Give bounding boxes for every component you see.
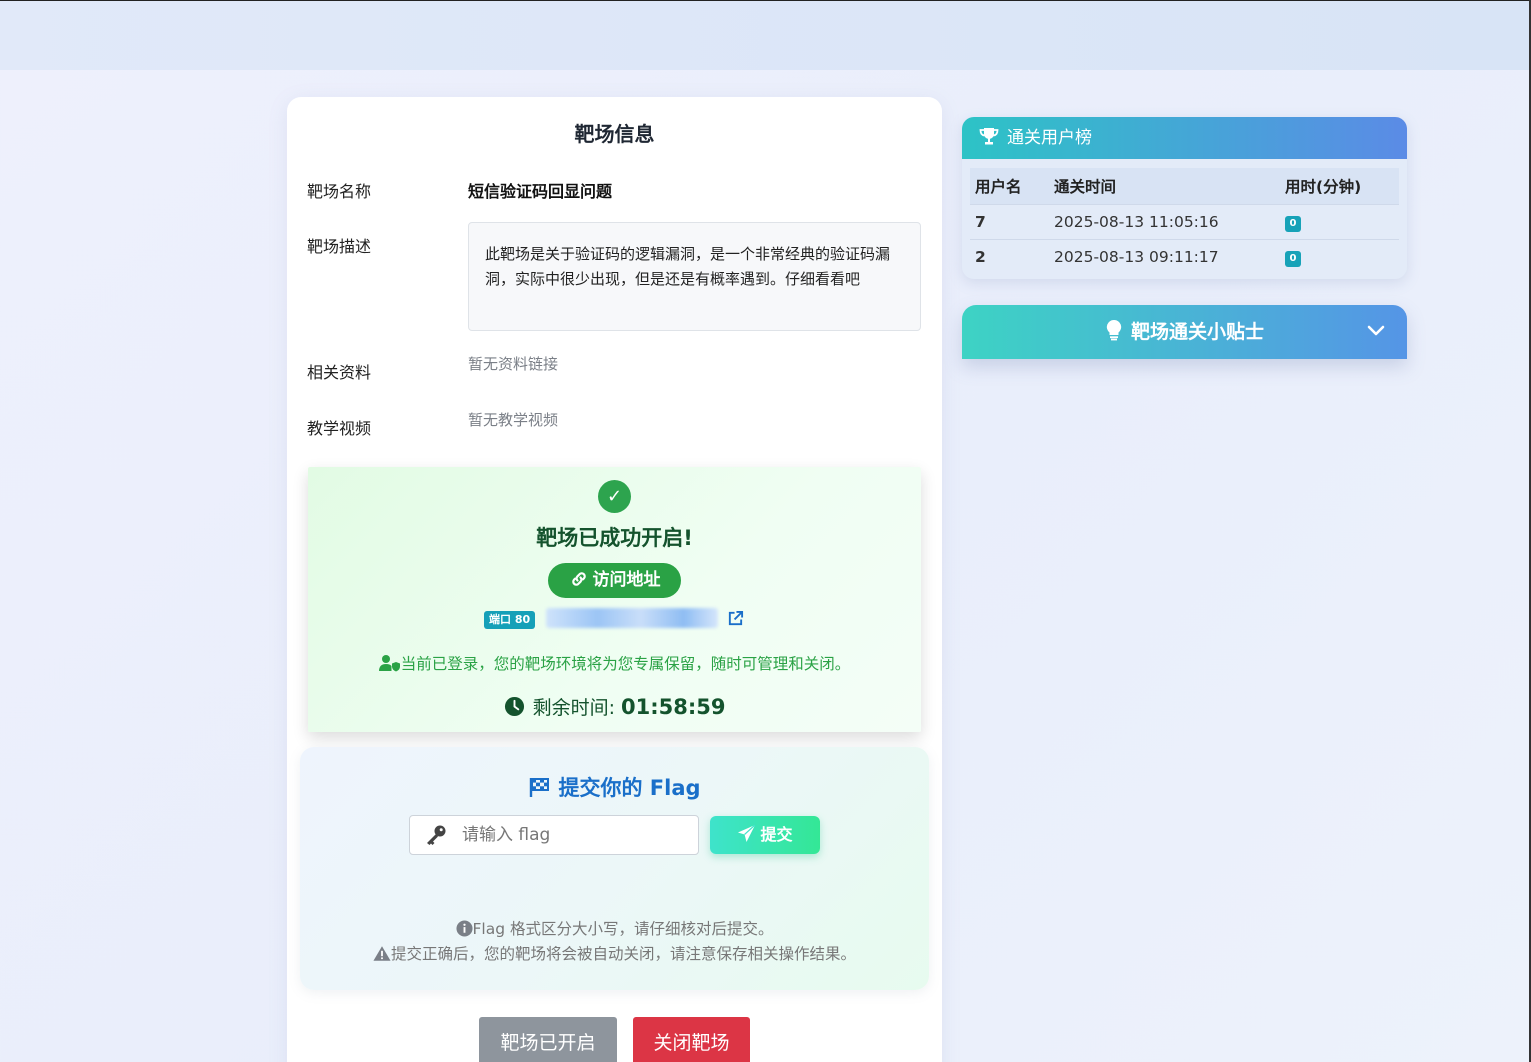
video-label: 教学视频 xyxy=(307,419,372,438)
port-badge: 端口 80 xyxy=(484,611,536,629)
paper-plane-icon xyxy=(738,824,756,843)
leaderboard-header-row: 用户名 通关时间 用时(分钟) xyxy=(970,168,1399,204)
flag-input-wrapper xyxy=(409,815,699,855)
lab-desc-box: 此靶场是关于验证码的逻辑漏洞，是一个非常经典的验证码漏洞，实际中很少出现，但是还… xyxy=(468,222,921,331)
flag-title: 提交你的 Flag xyxy=(300,772,929,802)
flag-title-text: 提交你的 Flag xyxy=(558,776,701,800)
login-note: 当前已登录，您的靶场环境将为您专属保留，随时可管理和关闭。 xyxy=(308,652,921,674)
flag-submit-label: 提交 xyxy=(760,825,793,844)
external-link-icon[interactable] xyxy=(727,610,744,627)
row-username[interactable]: 7 xyxy=(970,203,1049,239)
key-icon xyxy=(427,825,446,845)
lab-name-label: 靶场名称 xyxy=(307,182,372,201)
lightbulb-icon xyxy=(1106,319,1122,341)
leaderboard-header: 通关用户榜 xyxy=(962,117,1407,159)
row-clear-time: 2025-08-13 11:05:16 xyxy=(1049,203,1280,239)
duration-badge: 0 xyxy=(1285,250,1301,267)
lab-started-title: 靶场已成功开启! xyxy=(536,526,693,550)
link-icon xyxy=(571,571,586,586)
duration-badge: 0 xyxy=(1285,215,1301,232)
row-duration: 0 xyxy=(1280,203,1399,239)
clock-icon xyxy=(504,696,524,717)
warning-triangle-icon xyxy=(373,945,391,961)
chevron-down-icon[interactable] xyxy=(1367,324,1385,338)
info-circle-icon xyxy=(455,919,473,937)
lab-tips-title: 靶场通关小贴士 xyxy=(1130,321,1264,343)
table-row: 7 2025-08-13 11:05:16 0 xyxy=(970,203,1399,239)
lab-opened-button[interactable]: 靶场已开启 xyxy=(479,1017,617,1062)
flag-submit-button[interactable]: 提交 xyxy=(710,816,820,854)
row-username[interactable]: 2 xyxy=(970,238,1049,274)
leaderboard-card: 通关用户榜 用户名 通关时间 用时(分钟) 7 2025-08-13 11:05… xyxy=(962,117,1407,279)
lab-tips-accordion[interactable]: 靶场通关小贴士 xyxy=(962,305,1407,359)
remaining-time-label: 剩余时间: xyxy=(532,697,615,719)
flag-hint-case: Flag 格式区分大小写，请仔细核对后提交。 xyxy=(300,917,929,939)
remaining-time: 剩余时间: 01:58:59 xyxy=(308,693,921,720)
close-lab-button[interactable]: 关闭靶场 xyxy=(633,1017,750,1062)
lab-info-title: 靶场信息 xyxy=(574,122,655,146)
top-nav-bar xyxy=(0,0,1529,70)
row-duration: 0 xyxy=(1280,238,1399,274)
check-circle-icon: ✓ xyxy=(598,480,631,513)
table-row: 2 2025-08-13 09:11:17 0 xyxy=(970,238,1399,274)
checkered-flag-icon xyxy=(530,777,550,797)
col-clear-time: 通关时间 xyxy=(1049,168,1280,204)
lab-started-panel: ✓ 靶场已成功开启! 访问地址 端口 80 当前已登录，您的靶场环境将为您专属保… xyxy=(308,467,921,732)
video-value: 暂无教学视频 xyxy=(468,411,559,429)
flag-hint-close-text: 提交正确后，您的靶场将会被自动关闭，请注意保存相关操作结果。 xyxy=(390,945,856,963)
trophy-icon xyxy=(979,128,999,145)
leaderboard-title: 通关用户榜 xyxy=(1007,128,1092,148)
leaderboard-table: 用户名 通关时间 用时(分钟) 7 2025-08-13 11:05:16 0 … xyxy=(970,168,1399,274)
row-clear-time: 2025-08-13 09:11:17 xyxy=(1049,238,1280,274)
flag-input[interactable] xyxy=(462,816,692,854)
flag-hint-close: 提交正确后，您的靶场将会被自动关闭，请注意保存相关操作结果。 xyxy=(300,942,929,964)
material-value: 暂无资料链接 xyxy=(468,355,559,373)
user-shield-icon xyxy=(378,655,400,672)
flag-submit-panel: 提交你的 Flag 提交 Flag 格式区分大小写，请仔细核对后提交。 xyxy=(300,747,929,990)
col-duration: 用时(分钟) xyxy=(1280,168,1399,204)
col-username: 用户名 xyxy=(970,168,1049,204)
material-label: 相关资料 xyxy=(307,363,372,382)
flag-hint-case-text: Flag 格式区分大小写，请仔细核对后提交。 xyxy=(472,920,774,938)
lab-name-value: 短信验证码回显问题 xyxy=(468,182,613,201)
lab-desc-label: 靶场描述 xyxy=(307,237,372,256)
remaining-time-value: 01:58:59 xyxy=(620,695,726,719)
access-url-redacted[interactable] xyxy=(546,608,718,628)
lab-info-card: 靶场信息 靶场名称 短信验证码回显问题 靶场描述 此靶场是关于验证码的逻辑漏洞，… xyxy=(287,97,942,1062)
visit-address-button[interactable]: 访问地址 xyxy=(548,563,681,598)
visit-address-label: 访问地址 xyxy=(592,570,661,590)
login-note-text: 当前已登录，您的靶场环境将为您专属保留，随时可管理和关闭。 xyxy=(400,655,851,673)
